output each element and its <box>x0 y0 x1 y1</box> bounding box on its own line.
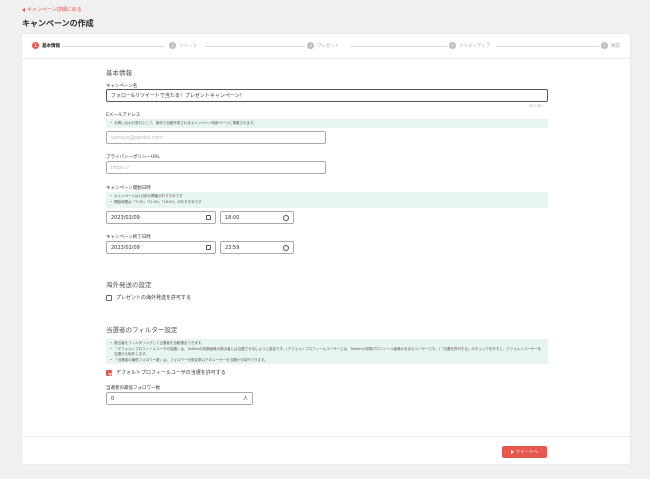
back-link[interactable]: キャンペーン詳細に戻る <box>22 6 82 13</box>
step-connector <box>350 46 447 47</box>
default-profile-checkbox-label: デフォルトプロフィールユーザの当選を許可する <box>116 370 226 376</box>
calendar-icon[interactable] <box>206 215 211 220</box>
step-number: 3 <box>307 42 314 49</box>
default-profile-checkbox[interactable] <box>106 369 112 376</box>
step-label: 確認 <box>611 43 620 49</box>
min-followers-label: 当選者の最低フォロワー数 <box>106 386 160 391</box>
start-date-value: 2023/02/09 <box>111 214 140 221</box>
step-tweet[interactable]: 2 ツイート <box>169 42 197 49</box>
next-to-tweet-button[interactable]: ツイートへ <box>502 446 547 458</box>
campaign-name-counter: 27 / 50 <box>529 104 542 108</box>
default-profile-checkbox-row[interactable]: デフォルトプロフィールユーザの当選を許可する <box>106 369 226 376</box>
end-date-input[interactable]: 2023/02/09 <box>106 241 216 254</box>
section-title-overseas: 海外発送の設定 <box>106 281 152 289</box>
step-number: 5 <box>601 42 608 49</box>
next-button-label: ツイートへ <box>515 450 539 455</box>
min-followers-value: 0 <box>111 395 115 402</box>
email-info-text: お問い合わせ窓口として、無料で自動作成されるキャンペーン特設ページに掲載されます… <box>114 121 257 125</box>
email-input[interactable]: sample@pardot.com <box>106 131 326 144</box>
email-label: Eメールアドレス <box>106 113 141 118</box>
end-time-value: 23:59 <box>225 244 240 251</box>
play-icon <box>510 450 514 454</box>
privacy-url-input[interactable]: https:// <box>106 161 326 174</box>
start-datetime-label: キャンペーン開始日時 <box>106 186 151 191</box>
filter-info-text: 「当選者の最低フォロワー数」は、フォロワーが設定数以下のユーザーを当選から除外で… <box>114 357 268 362</box>
step-basic[interactable]: 1 基本情報 <box>32 42 60 49</box>
end-time-input[interactable]: 23:59 <box>220 241 294 254</box>
step-connector <box>496 46 599 47</box>
section-title-basic: 基本情報 <box>106 69 132 77</box>
email-info-box: • お問い合わせ窓口として、無料で自動作成されるキャンペーン特設ページに掲載されま… <box>106 119 548 128</box>
step-number: 4 <box>449 42 456 49</box>
start-info-box: • キャンペーンは1日前の開催がおすすめです • 開始時間は「7:00」「12:00… <box>106 192 548 208</box>
start-time-value: 18:00 <box>225 214 240 221</box>
form-card: 1 基本情報 2 ツイート 3 プレゼント 4 クリエイティブ 5 確認 基本情… <box>22 34 630 464</box>
form-footer: ツイートへ <box>22 436 630 464</box>
page-title: キャンペーンの作成 <box>22 19 94 28</box>
clock-icon[interactable] <box>283 214 289 221</box>
step-confirm[interactable]: 5 確認 <box>601 42 620 49</box>
filter-info-box: • 懸当者をフィルタリングして当選者を自動選出できます。 • 「デフォルトプロフィー… <box>106 339 548 364</box>
back-arrow-icon <box>22 7 25 12</box>
clock-icon[interactable] <box>283 244 289 251</box>
end-date-value: 2023/02/09 <box>111 244 140 251</box>
step-number: 2 <box>169 42 176 49</box>
overseas-checkbox-row[interactable]: プレゼントの海外発送を許可する <box>106 294 191 301</box>
campaign-name-input[interactable]: フォロー&リツイートで当たる！プレゼントキャンペーン！ <box>106 89 548 102</box>
overseas-checkbox[interactable] <box>106 294 112 301</box>
overseas-checkbox-label: プレゼントの海外発送を許可する <box>116 295 192 301</box>
step-creative[interactable]: 4 クリエイティブ <box>449 42 490 49</box>
step-label: 基本情報 <box>42 43 60 49</box>
step-label: クリエイティブ <box>459 43 491 49</box>
back-link-label: キャンペーン詳細に戻る <box>27 7 82 13</box>
stepper: 1 基本情報 2 ツイート 3 プレゼント 4 クリエイティブ 5 確認 <box>22 34 630 59</box>
min-followers-input[interactable]: 0 人 <box>106 392 253 405</box>
step-present[interactable]: 3 プレゼント <box>307 42 340 49</box>
step-number: 1 <box>32 42 39 49</box>
privacy-url-label: プライバシーポリシーURL <box>106 155 160 160</box>
section-title-filter: 当選者のフィルター設定 <box>106 326 178 334</box>
calendar-icon[interactable] <box>206 245 211 250</box>
start-time-input[interactable]: 18:00 <box>220 211 294 224</box>
min-followers-unit: 人 <box>242 396 248 402</box>
step-label: プレゼント <box>317 43 340 49</box>
start-info-text: 開始時間は「7:00」「12:00」「18:00」がおすすめです <box>114 199 202 204</box>
step-connector <box>205 46 305 47</box>
filter-info-text: 「デフォルトプロフィールユーザの抽選」は、Twitterの初期画像の懸当者には当… <box>114 346 542 357</box>
end-datetime-label: キャンペーン終了日時 <box>106 235 151 240</box>
step-label: ツイート <box>179 43 197 49</box>
start-date-input[interactable]: 2023/02/09 <box>106 211 216 224</box>
step-connector <box>62 46 165 47</box>
